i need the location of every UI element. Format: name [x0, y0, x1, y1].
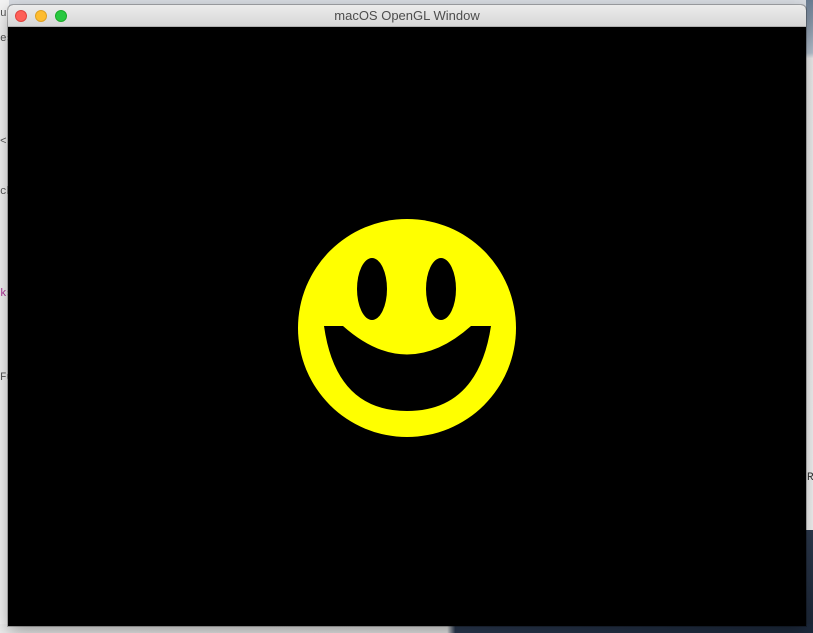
opengl-window: macOS OpenGL Window: [8, 5, 806, 626]
smiley-left-eye: [357, 258, 387, 320]
desktop-wallpaper: [806, 530, 813, 633]
background-window-right: [806, 0, 813, 530]
smiley-right-eye: [426, 258, 456, 320]
background-text-fragment: RE: [807, 472, 813, 484]
window-titlebar[interactable]: macOS OpenGL Window: [8, 5, 806, 27]
opengl-canvas[interactable]: [8, 27, 806, 626]
smiley-scene: [298, 219, 516, 437]
window-title: macOS OpenGL Window: [334, 8, 480, 23]
